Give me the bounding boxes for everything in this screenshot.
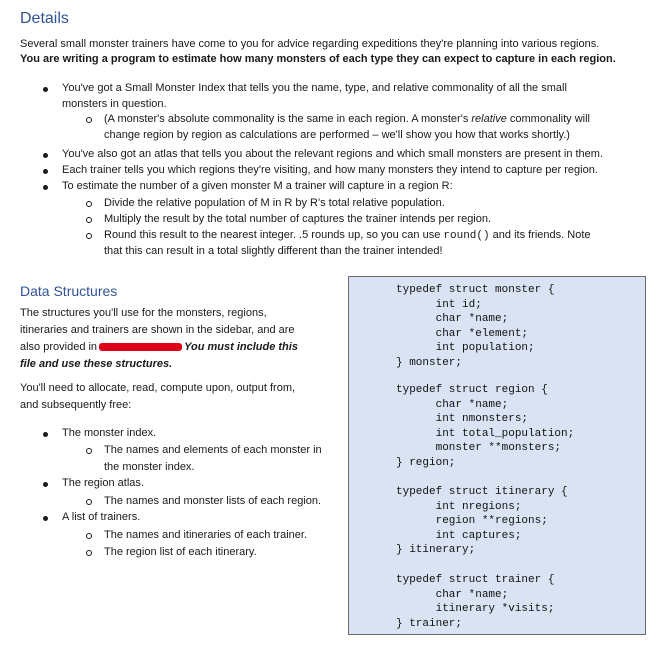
bullet-commonality-cont: change region by region as calculations … — [104, 129, 570, 141]
ds-para-line2: itineraries and trainers are shown in th… — [20, 324, 295, 336]
step-round: Round this result to the nearest integer… — [104, 229, 591, 242]
bullet-index: You've got a Small Monster Index that te… — [62, 82, 567, 94]
bullet-icon — [43, 153, 48, 158]
list-region-atlas: The region atlas. — [62, 477, 144, 489]
details-heading: Details — [20, 10, 69, 27]
list-region-names: The names and monster lists of each regi… — [104, 495, 322, 507]
step-multiply: Multiply the result by the total number … — [104, 213, 492, 225]
circle-bullet-icon — [86, 201, 92, 207]
list-trainer-names: The names and itineraries of each traine… — [104, 529, 308, 541]
circle-bullet-icon — [86, 448, 92, 454]
struct-region-code: typedef struct region { char *name; int … — [396, 384, 575, 469]
bullet-trainer: Each trainer tells you which regions the… — [62, 164, 598, 176]
bullet-icon — [43, 185, 48, 190]
bullet-index-cont: monsters in question. — [62, 98, 167, 110]
bullet-commonality: (A monster's absolute commonality is the… — [104, 113, 590, 125]
data-structures-heading: Data Structures — [20, 283, 118, 299]
code-sidebar: typedef struct monster { int id; char *n… — [348, 276, 646, 635]
ds-para-line3: also provided in You must include this — [20, 341, 298, 353]
bullet-icon — [43, 87, 48, 92]
ds-para-line4: file and use these structures. — [20, 358, 173, 370]
list-monster-names-cont: the monster index. — [104, 461, 195, 473]
struct-monster-code: typedef struct monster { int id; char *n… — [396, 284, 555, 369]
list-trainers: A list of trainers. — [62, 511, 141, 523]
ds-para2-line1: You'll need to allocate, read, compute u… — [20, 382, 296, 394]
circle-bullet-icon — [86, 550, 92, 556]
ds-para-line1: The structures you'll use for the monste… — [20, 307, 267, 319]
step-divide: Divide the relative population of M in R… — [104, 197, 445, 209]
circle-bullet-icon — [86, 533, 92, 539]
circle-bullet-icon — [86, 499, 92, 505]
list-monster-names: The names and elements of each monster i… — [104, 444, 322, 456]
details-intro: Several small monster trainers have come… — [20, 38, 600, 50]
details-intro-bold: You are writing a program to estimate ho… — [20, 53, 616, 65]
bullet-icon — [43, 432, 48, 437]
bullet-atlas: You've also got an atlas that tells you … — [62, 148, 604, 160]
circle-bullet-icon — [86, 233, 92, 239]
redaction-mark — [99, 343, 183, 352]
circle-bullet-icon — [86, 217, 92, 223]
bullet-icon — [43, 516, 48, 521]
bullet-icon — [43, 169, 48, 174]
bullet-estimate: To estimate the number of a given monste… — [62, 180, 453, 192]
ds-para2-line2: and subsequently free: — [20, 399, 132, 411]
list-monster-index: The monster index. — [62, 427, 157, 439]
step-round-cont: that this can result in a total slightly… — [104, 245, 443, 257]
circle-bullet-icon — [86, 117, 92, 123]
list-itinerary-regions: The region list of each itinerary. — [104, 546, 257, 558]
struct-trainer-code: typedef struct trainer { char *name; iti… — [396, 574, 555, 630]
struct-itinerary-code: typedef struct itinerary { int nregions;… — [396, 486, 568, 556]
bullet-icon — [43, 482, 48, 487]
